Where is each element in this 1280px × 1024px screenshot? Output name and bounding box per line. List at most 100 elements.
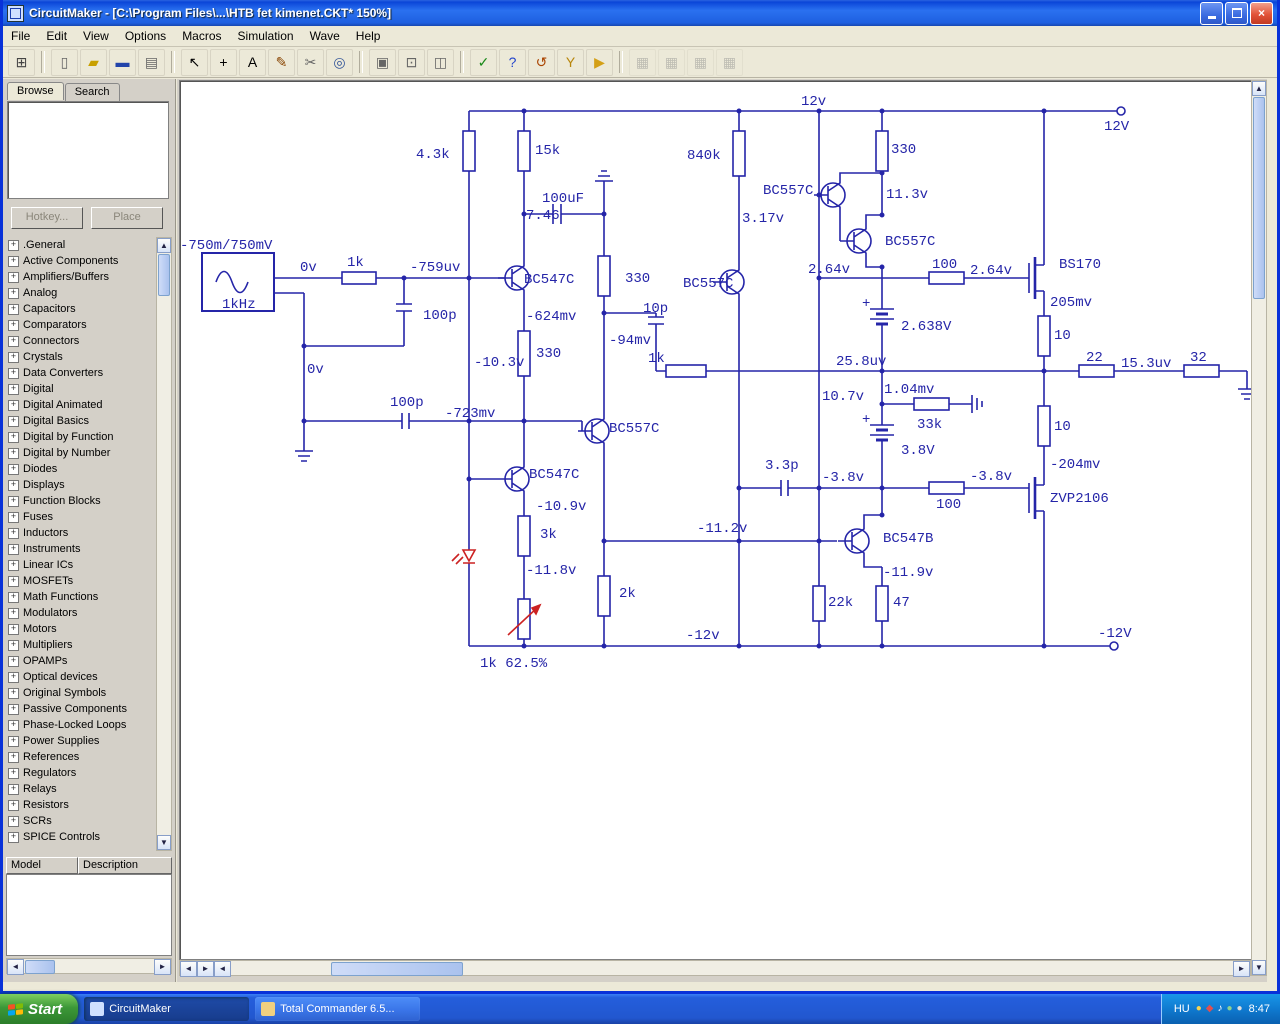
text-tool-icon[interactable]: A	[239, 48, 266, 76]
canvas-hscroll-thumb[interactable]	[331, 962, 463, 976]
model-tab[interactable]: Model	[6, 857, 78, 874]
canvas-scroll-down-icon[interactable]: ▼	[1252, 960, 1266, 975]
canvas-scroll-right-icon[interactable]: ►	[1233, 961, 1250, 977]
scroll-left-icon[interactable]: ◄	[7, 959, 24, 975]
title-bar[interactable]: CircuitMaker - [C:\Program Files\...\HTB…	[3, 0, 1277, 26]
expand-icon[interactable]: +	[8, 287, 19, 299]
restore-button[interactable]	[1225, 1, 1248, 25]
tree-item-mosfets[interactable]: + MOSFETs	[6, 573, 152, 589]
canvas-scroll-left-icon[interactable]: ◄	[214, 961, 231, 977]
tree-item-amplifiers-buffers[interactable]: + Amplifiers/Buffers	[6, 269, 152, 285]
wire-tool-icon[interactable]: +	[210, 48, 237, 76]
sidebar-scroll-thumb[interactable]	[25, 960, 55, 974]
wave-tool-icon[interactable]: ▶	[586, 48, 613, 76]
tree-item-modulators[interactable]: + Modulators	[6, 605, 152, 621]
tree-item-original-symbols[interactable]: + Original Symbols	[6, 685, 152, 701]
expand-icon[interactable]: +	[8, 463, 19, 475]
expand-icon[interactable]: +	[8, 575, 19, 587]
expand-icon[interactable]: +	[8, 687, 19, 699]
new-file-icon[interactable]: ▯	[51, 48, 78, 76]
expand-icon[interactable]: +	[8, 335, 19, 347]
expand-icon[interactable]: +	[8, 431, 19, 443]
expand-icon[interactable]: +	[8, 239, 19, 251]
scroll-down-icon[interactable]: ▼	[157, 835, 171, 850]
expand-icon[interactable]: +	[8, 511, 19, 523]
expand-icon[interactable]: +	[8, 367, 19, 379]
expand-icon[interactable]: +	[8, 783, 19, 795]
print-icon[interactable]: ▤	[138, 48, 165, 76]
tree-item-comparators[interactable]: + Comparators	[6, 317, 152, 333]
expand-icon[interactable]: +	[8, 607, 19, 619]
tab-search[interactable]: Search	[64, 83, 120, 101]
description-tab[interactable]: Description	[78, 857, 172, 874]
pan-right-icon[interactable]: ►	[197, 961, 214, 977]
save-file-icon[interactable]: ▬	[109, 48, 136, 76]
edit-tool-icon[interactable]: ✎	[268, 48, 295, 76]
tree-item-data-converters[interactable]: + Data Converters	[6, 365, 152, 381]
menu-view[interactable]: View	[75, 27, 117, 45]
zoom-tool-icon[interactable]: ◎	[326, 48, 353, 76]
help-icon[interactable]: ?	[499, 48, 526, 76]
expand-icon[interactable]: +	[8, 527, 19, 539]
expand-icon[interactable]: +	[8, 799, 19, 811]
tree-item-multipliers[interactable]: + Multipliers	[6, 637, 152, 653]
pan-left-icon[interactable]: ◄	[180, 961, 197, 977]
minimize-button[interactable]	[1200, 1, 1223, 25]
tray-icon-4[interactable]: ●	[1237, 1004, 1243, 1014]
expand-icon[interactable]: +	[8, 271, 19, 283]
reset-icon[interactable]: ↺	[528, 48, 555, 76]
start-button[interactable]: Start	[0, 994, 79, 1024]
tree-item-relays[interactable]: + Relays	[6, 781, 152, 797]
tree-item-instruments[interactable]: + Instruments	[6, 541, 152, 557]
canvas-scroll-up-icon[interactable]: ▲	[1252, 81, 1266, 96]
tree-item-resistors[interactable]: + Resistors	[6, 797, 152, 813]
expand-icon[interactable]: +	[8, 639, 19, 651]
expand-icon[interactable]: +	[8, 495, 19, 507]
tree-item-crystals[interactable]: + Crystals	[6, 349, 152, 365]
menu-edit[interactable]: Edit	[38, 27, 75, 45]
tree-item-linear-ics[interactable]: + Linear ICs	[6, 557, 152, 573]
tree-item-spice-controls[interactable]: + SPICE Controls	[6, 829, 152, 845]
expand-icon[interactable]: +	[8, 831, 19, 843]
tree-item-connectors[interactable]: + Connectors	[6, 333, 152, 349]
tree-item-displays[interactable]: + Displays	[6, 477, 152, 493]
simulation-check-icon[interactable]: ✓	[470, 48, 497, 76]
menu-simulation[interactable]: Simulation	[230, 27, 302, 45]
tray-icon-1[interactable]: ◆	[1206, 1004, 1214, 1014]
tree-item-active-components[interactable]: + Active Components	[6, 253, 152, 269]
tree-item-diodes[interactable]: + Diodes	[6, 461, 152, 477]
cursor-tool-icon[interactable]: ↖	[181, 48, 208, 76]
expand-icon[interactable]: +	[8, 671, 19, 683]
menu-macros[interactable]: Macros	[174, 27, 229, 45]
tree-item--general[interactable]: + .General	[6, 237, 152, 253]
expand-icon[interactable]: +	[8, 415, 19, 427]
expand-icon[interactable]: +	[8, 623, 19, 635]
tree-item-digital-by-number[interactable]: + Digital by Number	[6, 445, 152, 461]
tree-item-function-blocks[interactable]: + Function Blocks	[6, 493, 152, 509]
canvas-vscrollbar[interactable]: ▲ ▼	[1251, 80, 1267, 976]
tray-icon-3[interactable]: ●	[1226, 1004, 1232, 1014]
tree-item-fuses[interactable]: + Fuses	[6, 509, 152, 525]
menu-help[interactable]: Help	[348, 27, 389, 45]
expand-icon[interactable]: +	[8, 479, 19, 491]
tree-item-inductors[interactable]: + Inductors	[6, 525, 152, 541]
tree-item-regulators[interactable]: + Regulators	[6, 765, 152, 781]
tab-browse[interactable]: Browse	[7, 82, 64, 100]
open-file-icon[interactable]: ▰	[80, 48, 107, 76]
tree-item-analog[interactable]: + Analog	[6, 285, 152, 301]
tree-scroll-thumb[interactable]	[158, 254, 170, 296]
place-button[interactable]: Place	[91, 207, 163, 229]
tray-icon-2[interactable]: ♪	[1217, 1004, 1222, 1014]
expand-icon[interactable]: +	[8, 383, 19, 395]
probe-tool-icon[interactable]: Y	[557, 48, 584, 76]
expand-icon[interactable]: +	[8, 767, 19, 779]
tree-item-power-supplies[interactable]: + Power Supplies	[6, 733, 152, 749]
expand-icon[interactable]: +	[8, 751, 19, 763]
expand-icon[interactable]: +	[8, 559, 19, 571]
tree-item-math-functions[interactable]: + Math Functions	[6, 589, 152, 605]
expand-icon[interactable]: +	[8, 703, 19, 715]
scroll-right-icon[interactable]: ►	[154, 959, 171, 975]
tile-windows-icon[interactable]: ◫	[427, 48, 454, 76]
scroll-up-icon[interactable]: ▲	[157, 238, 171, 253]
tree-item-opamps[interactable]: + OPAMPs	[6, 653, 152, 669]
